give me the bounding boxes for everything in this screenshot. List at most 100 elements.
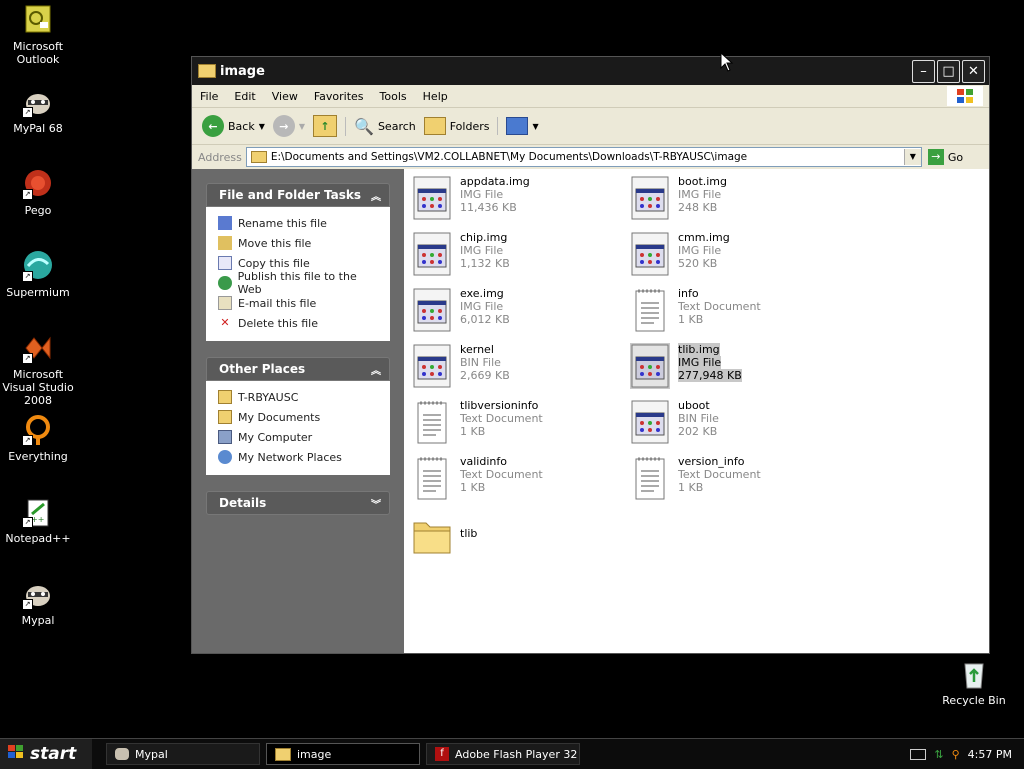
file-item[interactable]: validinfo Text Document 1 KB — [412, 455, 622, 505]
chevron-up-icon[interactable]: ︽ — [371, 362, 381, 377]
up-folder-button[interactable]: ↑ — [313, 115, 338, 137]
close-button[interactable]: ✕ — [962, 59, 985, 83]
file-name: chip.img — [460, 231, 508, 244]
desktop-icon-mypal[interactable]: ↗ Mypal — [0, 578, 76, 627]
file-name: kernel — [460, 343, 494, 356]
place-my-computer[interactable]: My Computer — [218, 427, 380, 447]
file-type: IMG File — [678, 244, 722, 257]
file-item[interactable]: kernel BIN File 2,669 KB — [412, 343, 622, 393]
menu-edit[interactable]: Edit — [226, 90, 263, 103]
taskbar-button-flash[interactable]: f Adobe Flash Player 32 — [426, 743, 580, 765]
file-name: version_info — [678, 455, 745, 468]
task-email[interactable]: E-mail this file — [218, 293, 380, 313]
place-my-documents[interactable]: My Documents — [218, 407, 380, 427]
notepadpp-icon: ++ ↗ — [22, 496, 54, 528]
menu-help[interactable]: Help — [415, 90, 456, 103]
menu-favorites[interactable]: Favorites — [306, 90, 372, 103]
minimize-button[interactable]: – — [912, 59, 935, 83]
task-delete[interactable]: ✕ Delete this file — [218, 313, 380, 333]
supermium-icon: ↗ — [22, 250, 54, 282]
file-item[interactable]: appdata.img IMG File 11,436 KB — [412, 175, 622, 225]
file-name: info — [678, 287, 699, 300]
chevron-down-icon[interactable]: ▼ — [299, 122, 305, 131]
menu-file[interactable]: File — [192, 90, 226, 103]
desktop-icon-label: Mypal — [21, 614, 55, 627]
file-size: 1 KB — [678, 313, 704, 326]
start-button[interactable]: start — [0, 739, 92, 769]
task-publish[interactable]: Publish this file to the Web — [218, 270, 380, 296]
file-item[interactable]: cmm.img IMG File 520 KB — [630, 231, 840, 281]
file-type: Text Document — [678, 300, 761, 313]
search-button[interactable]: 🔍 Search — [345, 116, 416, 136]
place-label: My Computer — [238, 430, 313, 444]
panel-header[interactable]: Other Places ︽ — [206, 357, 390, 381]
folder-item[interactable]: tlib — [412, 513, 622, 563]
desktop-icon-recycle-bin[interactable]: Recycle Bin — [936, 658, 1012, 707]
task-move[interactable]: Move this file — [218, 233, 380, 253]
go-button[interactable]: → Go — [927, 149, 963, 165]
taskbar-button-image[interactable]: image — [266, 743, 420, 765]
task-label: Rename this file — [238, 216, 327, 230]
desktop-icon-notepadpp[interactable]: ++ ↗ Notepad++ — [0, 496, 76, 545]
keyboard-icon[interactable] — [910, 748, 927, 760]
desktop-icon-pego[interactable]: ↗ Pego — [0, 168, 76, 217]
maximize-button[interactable]: □ — [937, 59, 960, 83]
clock[interactable]: 4:57 PM — [968, 748, 1012, 761]
file-type: IMG File — [460, 244, 504, 257]
details-panel: Details ︾ — [206, 491, 390, 515]
chevron-down-icon[interactable]: ▼ — [259, 122, 265, 131]
pego-icon: ↗ — [22, 168, 54, 200]
file-size: 1 KB — [460, 425, 486, 438]
back-button[interactable]: ← Back ▼ — [202, 115, 265, 137]
taskbar: start Mypal image f Adobe Flash Player 3… — [0, 738, 1024, 769]
file-item[interactable]: boot.img IMG File 248 KB — [630, 175, 840, 225]
everything-icon: ↗ — [22, 414, 54, 446]
file-item[interactable]: version_info Text Document 1 KB — [630, 455, 840, 505]
forward-button[interactable]: → ▼ — [272, 115, 305, 137]
network-tray-icon[interactable]: ⇅ — [934, 748, 943, 761]
task-rename[interactable]: Rename this file — [218, 213, 380, 233]
file-item[interactable]: uboot BIN File 202 KB — [630, 399, 840, 449]
file-item[interactable]: exe.img IMG File 6,012 KB — [412, 287, 622, 337]
menu-view[interactable]: View — [264, 90, 306, 103]
desktop-icon-everything[interactable]: ↗ Everything — [0, 414, 76, 463]
title-bar[interactable]: image – □ ✕ — [192, 57, 989, 85]
views-button[interactable]: ▼ — [497, 117, 539, 135]
views-icon — [506, 117, 529, 135]
panel-header[interactable]: File and Folder Tasks ︽ — [206, 183, 390, 207]
menu-bar: File Edit View Favorites Tools Help — [192, 85, 989, 108]
file-item[interactable]: info Text Document 1 KB — [630, 287, 840, 337]
panel-header[interactable]: Details ︾ — [206, 491, 390, 515]
chevron-down-icon[interactable]: ︾ — [371, 496, 381, 511]
text-document-icon — [412, 399, 452, 445]
desktop-icon-outlook[interactable]: Microsoft Outlook — [0, 4, 76, 66]
taskbar-button-mypal[interactable]: Mypal — [106, 743, 260, 765]
folders-button[interactable]: Folders — [423, 117, 489, 135]
desktop-icon-supermium[interactable]: ↗ Supermium — [0, 250, 76, 299]
file-item[interactable]: tlibversioninfo Text Document 1 KB — [412, 399, 622, 449]
desktop-icon-label: MyPal 68 — [13, 122, 63, 135]
up-folder-icon: ↑ — [313, 115, 338, 137]
address-input[interactable]: E:\Documents and Settings\VM2.COLLABNET\… — [245, 147, 922, 167]
chevron-down-icon[interactable]: ▼ — [903, 149, 921, 165]
file-name: exe.img — [460, 287, 504, 300]
menu-tools[interactable]: Tools — [372, 90, 415, 103]
search-tray-icon[interactable]: ⚲ — [952, 748, 960, 761]
task-label: E-mail this file — [238, 296, 317, 310]
my-computer-icon — [218, 430, 232, 444]
desktop-icon-visual-studio[interactable]: ↗ Microsoft Visual Studio 2008 — [0, 332, 76, 407]
recycle-bin-icon — [958, 658, 990, 690]
desktop-icon-label: Everything — [8, 450, 68, 463]
task-label: Delete this file — [238, 316, 318, 330]
file-item[interactable]: chip.img IMG File 1,132 KB — [412, 231, 622, 281]
address-bar: Address E:\Documents and Settings\VM2.CO… — [192, 145, 989, 170]
place-my-network[interactable]: My Network Places — [218, 447, 380, 467]
img-file-icon — [630, 343, 670, 389]
file-name: validinfo — [460, 455, 507, 468]
back-arrow-icon: ← — [202, 115, 224, 137]
desktop-icon-mypal68[interactable]: ↗ MyPal 68 — [0, 86, 76, 135]
file-item-selected[interactable]: tlib.img IMG File 277,948 KB — [630, 343, 840, 393]
place-t-rbyausc[interactable]: T-RBYAUSC — [218, 387, 380, 407]
task-label: Copy this file — [238, 256, 310, 270]
chevron-up-icon[interactable]: ︽ — [371, 188, 381, 203]
